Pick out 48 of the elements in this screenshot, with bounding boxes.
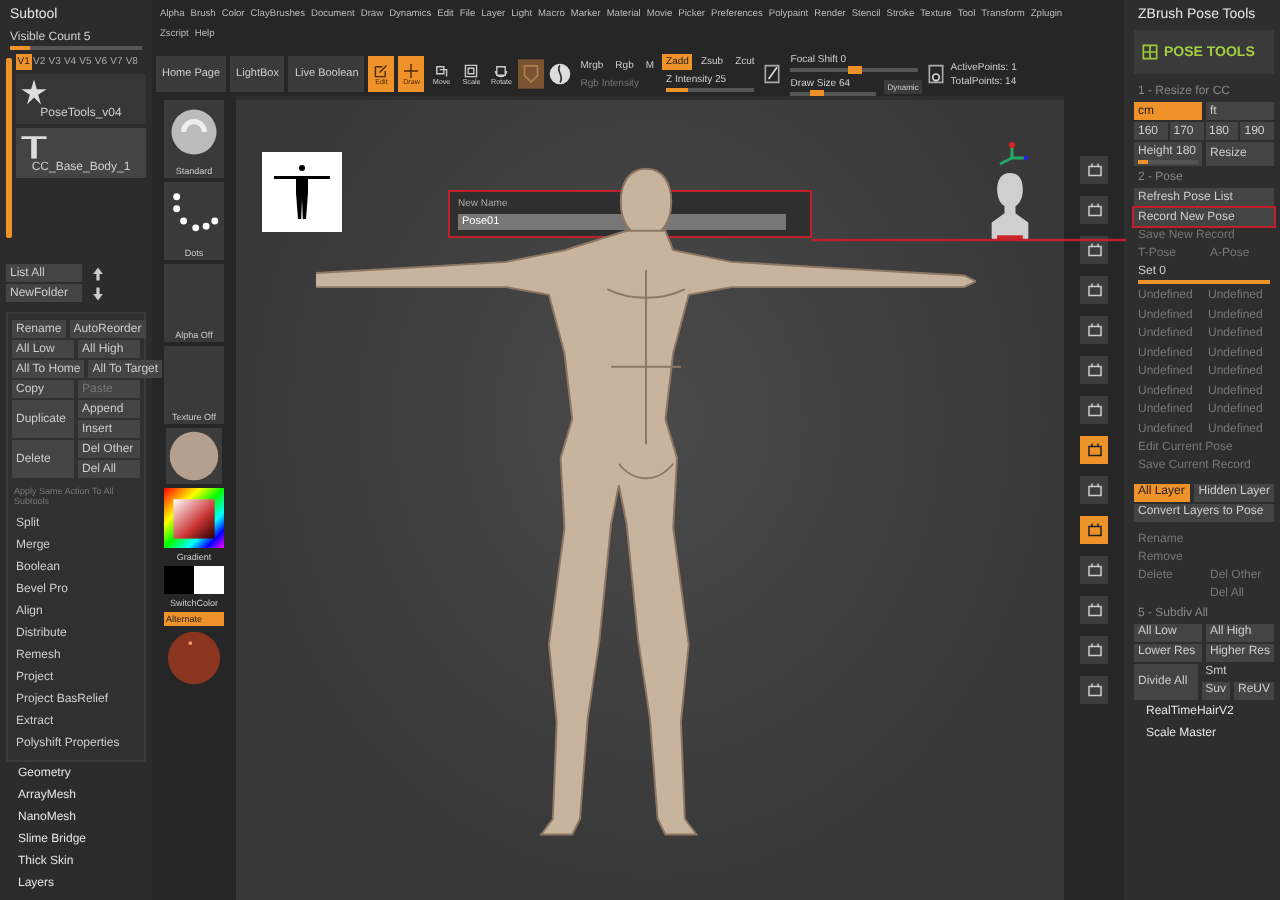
dock-tool-button[interactable]	[1080, 516, 1108, 544]
sphere-icon[interactable]	[548, 62, 573, 86]
color-swatches[interactable]	[164, 566, 224, 594]
brush-icon[interactable]	[926, 62, 947, 86]
frame-icon	[1085, 401, 1103, 419]
material-sphere-icon[interactable]	[166, 428, 222, 484]
arrow-down-icon[interactable]	[90, 285, 106, 301]
rotate-icon	[494, 63, 509, 77]
dock-tool-button[interactable]	[1080, 676, 1108, 704]
dock-tool-button[interactable]	[1080, 636, 1108, 664]
star-thumbnail-icon	[20, 78, 48, 106]
shield-icon[interactable]	[518, 58, 545, 90]
pencil-box-icon	[374, 63, 389, 77]
frame-icon	[1085, 521, 1103, 539]
pose-thumbnail	[262, 152, 342, 232]
dock-tool-button[interactable]	[1080, 396, 1108, 424]
axis-gizmo-icon[interactable]	[996, 142, 1028, 166]
frame-icon	[1085, 601, 1103, 619]
dock-tool-button[interactable]	[1080, 596, 1108, 624]
dock-tool-button[interactable]	[1080, 556, 1108, 584]
frame-icon	[1085, 241, 1103, 259]
frame-icon	[1085, 561, 1103, 579]
dock-tool-button[interactable]	[1080, 436, 1108, 464]
figure-thumbnail-icon	[20, 132, 48, 160]
scroll-bar[interactable]	[6, 58, 12, 238]
arrow-up-icon[interactable]	[90, 265, 106, 281]
dock-tool-button[interactable]	[1080, 196, 1108, 224]
frame-icon	[1085, 361, 1103, 379]
cross-icon	[404, 63, 419, 77]
frame-icon	[1085, 441, 1103, 459]
dock-tool-button[interactable]	[1080, 316, 1108, 344]
dock-tool-button[interactable]	[1080, 276, 1108, 304]
frame-icon	[1085, 161, 1103, 179]
brush-sphere-icon	[168, 104, 220, 160]
frame-icon	[1085, 681, 1103, 699]
color-picker[interactable]	[164, 488, 224, 548]
squares-icon	[434, 63, 449, 77]
frame-icon	[1085, 201, 1103, 219]
head-bust-icon[interactable]	[988, 168, 1032, 244]
frame-icon	[1085, 641, 1103, 659]
frame-icon	[1085, 481, 1103, 499]
stroke-icon[interactable]	[762, 62, 783, 86]
dock-tool-button[interactable]	[1080, 156, 1108, 184]
frame-icon	[1085, 281, 1103, 299]
frame-icon	[1085, 321, 1103, 339]
dock-tool-button[interactable]	[1080, 236, 1108, 264]
dock-tool-button[interactable]	[1080, 356, 1108, 384]
dock-tool-button[interactable]	[1080, 476, 1108, 504]
